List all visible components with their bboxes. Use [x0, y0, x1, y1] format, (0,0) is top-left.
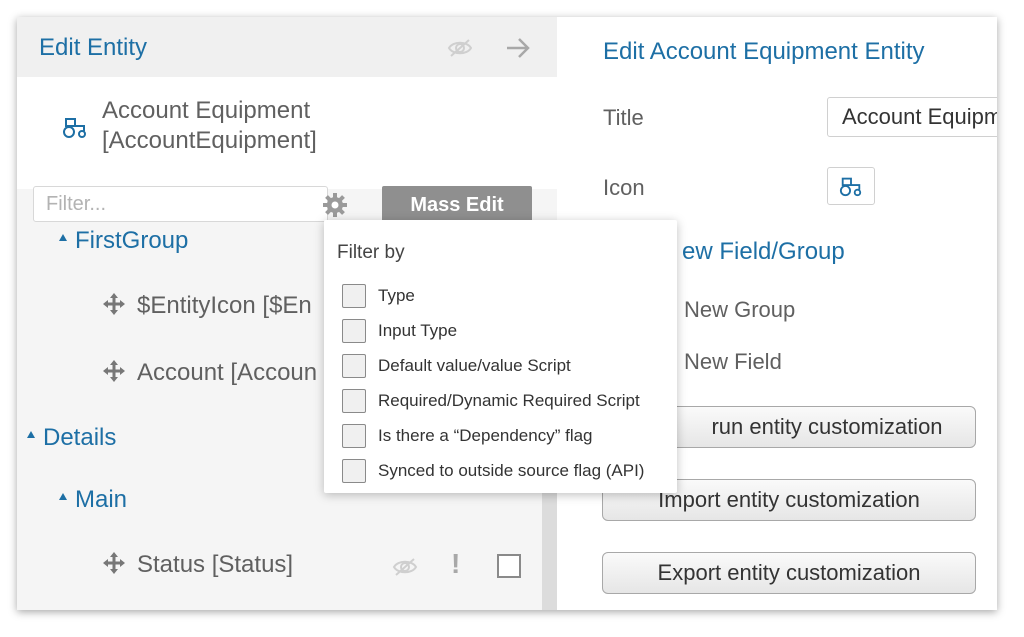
checkbox[interactable] — [342, 319, 366, 343]
checkbox[interactable] — [342, 354, 366, 378]
tree-group-label: FirstGroup — [75, 227, 189, 254]
option-label: Required/Dynamic Required Script — [378, 391, 640, 410]
move-icon[interactable] — [103, 359, 125, 382]
add-field-group-heading: ew Field/Group — [682, 238, 845, 265]
filter-by-dropdown: Filter by Type Input Type Default value/… — [324, 220, 677, 493]
filter-option-input-type[interactable]: Input Type — [342, 318, 457, 344]
icon-picker-button[interactable] — [827, 167, 875, 205]
filter-option-default-value[interactable]: Default value/value Script — [342, 353, 571, 379]
tree-group-details[interactable]: Details — [27, 424, 116, 452]
eye-off-icon[interactable] — [391, 555, 419, 579]
option-label: Input Type — [378, 321, 458, 340]
entity-system-name: [AccountEquipment] — [102, 127, 317, 154]
mass-edit-button[interactable]: Mass Edit — [382, 186, 532, 224]
option-label: Synced to outside source flag (API) — [378, 461, 645, 480]
tree-field-label: Status [Status] — [137, 551, 294, 578]
tree-field-status[interactable]: Status [Status] — [103, 551, 293, 579]
entity-summary: Account Equipment [AccountEquipment] — [17, 77, 557, 189]
tree-field-label: $EntityIcon [$En — [137, 292, 312, 319]
tree-group-label: Details — [43, 424, 117, 451]
option-label: Default value/value Script — [378, 356, 571, 375]
filter-option-required[interactable]: Required/Dynamic Required Script — [342, 388, 640, 414]
title-label: Title — [603, 105, 644, 130]
panel-header: Edit Entity — [17, 17, 557, 77]
tree-field-account[interactable]: Account [Accoun — [103, 359, 317, 387]
tree-group-label: Main — [75, 486, 128, 513]
tractor-icon — [839, 177, 862, 197]
filter-option-dependency[interactable]: Is there a “Dependency” flag — [342, 423, 593, 449]
tree-group-firstgroup[interactable]: FirstGroup — [59, 227, 188, 255]
tree-field-entityicon[interactable]: $EntityIcon [$En — [103, 292, 312, 320]
title-input[interactable] — [827, 97, 997, 137]
filter-option-synced[interactable]: Synced to outside source flag (API) — [342, 458, 644, 484]
caret-icon — [59, 493, 67, 501]
exclamation-icon[interactable]: ! — [451, 548, 460, 580]
rerun-label: run entity customization — [711, 414, 943, 439]
import-label: Import entity customization — [658, 487, 920, 512]
new-field-option[interactable]: New Field — [684, 349, 782, 375]
caret-icon — [59, 234, 67, 242]
checkbox[interactable] — [342, 424, 366, 448]
panel-title: Edit Entity — [39, 34, 148, 61]
details-title: Edit Account Equipment Entity — [603, 38, 925, 65]
tree-group-main[interactable]: Main — [59, 486, 127, 514]
entity-name: Account Equipment [AccountEquipment] — [102, 96, 317, 156]
new-group-option[interactable]: New Group — [684, 297, 795, 323]
filter-input[interactable] — [33, 186, 328, 222]
move-icon[interactable] — [103, 551, 125, 574]
move-icon[interactable] — [103, 292, 125, 315]
tractor-icon — [63, 118, 86, 138]
checkbox[interactable] — [342, 459, 366, 483]
gear-icon[interactable] — [322, 192, 348, 218]
option-label: Type — [378, 286, 415, 305]
filter-option-type[interactable]: Type — [342, 283, 415, 309]
export-customization-button[interactable]: Export entity customization — [602, 552, 976, 594]
entity-display-name: Account Equipment — [102, 97, 311, 124]
eye-off-icon[interactable] — [446, 34, 474, 62]
export-label: Export entity customization — [657, 560, 921, 585]
caret-icon — [27, 431, 35, 439]
checkbox[interactable] — [342, 389, 366, 413]
arrow-right-icon[interactable] — [504, 34, 532, 62]
option-label: Is there a “Dependency” flag — [378, 426, 593, 445]
dropdown-title: Filter by — [337, 242, 405, 263]
checkbox[interactable] — [342, 284, 366, 308]
icon-label: Icon — [603, 175, 645, 200]
tree-field-label: Account [Accoun — [137, 359, 318, 386]
field-checkbox[interactable] — [497, 554, 521, 578]
